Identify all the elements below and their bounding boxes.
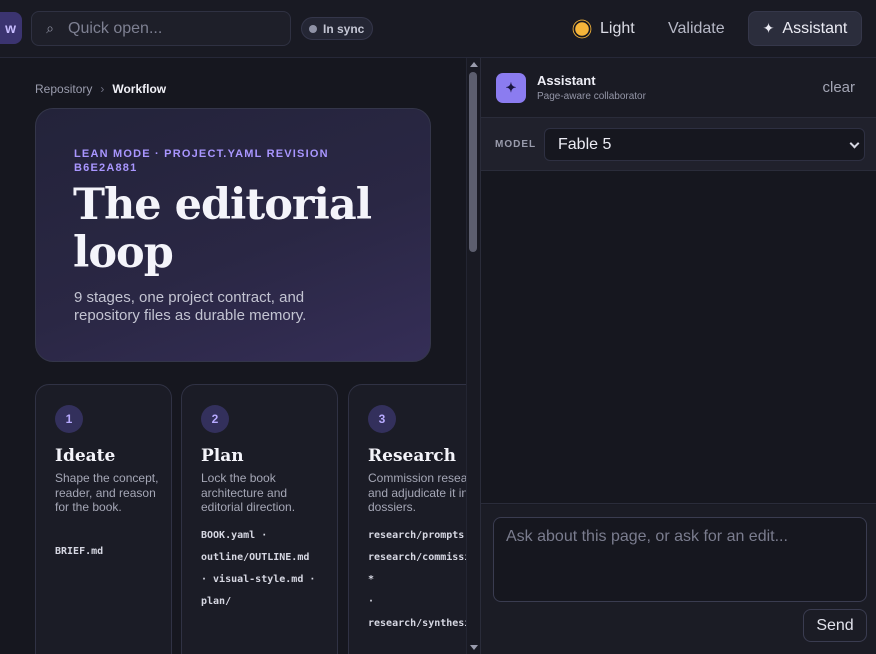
sync-status-badge: In sync [301,17,374,40]
stage-card-plan[interactable]: 2 Plan Lock the book architecture and ed… [181,384,338,654]
stage-name: Ideate [55,446,116,466]
stage-number-badge: 3 [368,405,396,433]
assistant-panel-header: ✦ Assistant Page-aware collaborator clea… [481,58,876,118]
scroll-down-arrow-icon[interactable] [470,645,478,650]
stage-file: research/commissions/ [368,552,466,563]
search-placeholder: Quick open... [68,19,163,37]
page-title: The editorial loop [73,180,372,278]
main-content: Repository › Workflow LEAN MODE · PROJEC… [0,58,466,654]
assistant-panel-title: Assistant [537,73,596,88]
breadcrumb-current: Workflow [112,82,167,96]
hero-eyebrow: LEAN MODE · PROJECT.YAML REVISION B6E2A8… [74,148,329,174]
sun-icon [575,22,589,36]
model-selector-row: MODEL Fable 5 [481,118,876,171]
assistant-button[interactable]: ✦ Assistant [748,11,862,46]
hero-subtitle: 9 stages, one project contract, and repo… [74,289,307,324]
breadcrumb-root-link[interactable]: Repository [35,82,92,96]
top-bar: w ⌕ Quick open... In sync Light Validate… [0,0,876,58]
assistant-panel: ✦ Assistant Page-aware collaborator clea… [480,58,876,654]
stage-file: * [368,574,375,585]
stage-files: BRIEF.md [55,541,171,563]
scrollbar-thumb[interactable] [469,72,477,252]
stage-name: Research [368,446,457,466]
breadcrumb: Repository › Workflow [35,82,166,96]
send-button[interactable]: Send [803,609,867,642]
quick-open-search[interactable]: ⌕ Quick open... [31,11,291,46]
stage-file: · [368,596,375,607]
chat-input[interactable] [493,517,867,602]
main-scrollbar[interactable] [466,58,480,654]
stage-number-badge: 2 [201,405,229,433]
breadcrumb-separator: › [100,82,105,96]
validate-button[interactable]: Validate [660,12,733,46]
assistant-panel-subtitle: Page-aware collaborator [537,91,646,102]
stage-description: Lock the book architecture and editorial… [201,471,296,514]
stage-number-badge: 1 [55,405,83,433]
stage-description: Shape the concept, reader, and reason fo… [55,471,159,514]
stage-file: research/prompts [368,530,465,541]
model-label: MODEL [495,139,537,150]
theme-toggle-label: Light [600,20,635,37]
sync-status-label: In sync [323,21,365,36]
stage-file: plan/ [201,596,232,607]
stage-file: research/synthesis [368,618,466,629]
sparkle-icon: ✦ [496,73,526,103]
theme-toggle-button[interactable]: Light [566,12,643,46]
nav-button[interactable]: w [0,12,22,44]
stage-card-research[interactable]: 3 Research Commission research and adjud… [348,384,466,654]
stage-file: BOOK.yaml · [201,530,268,541]
clear-chat-button[interactable]: clear [822,79,855,96]
search-icon: ⌕ [46,20,54,36]
sparkle-icon: ✦ [762,20,775,36]
stage-file: outline/OUTLINE.md [201,552,310,563]
stage-card-ideate[interactable]: 1 Ideate Shape the concept, reader, and … [35,384,172,654]
stage-files: BOOK.yaml · outline/OUTLINE.md · visual-… [201,525,321,613]
hero-card: LEAN MODE · PROJECT.YAML REVISION B6E2A8… [35,108,431,362]
model-select-value: Fable 5 [558,135,612,153]
chat-composer: Send [481,505,876,654]
stage-description: Commission research and adjudicate it in… [368,471,466,514]
validate-label: Validate [668,20,725,37]
status-dot-icon [309,24,317,33]
scroll-up-arrow-icon[interactable] [470,62,478,67]
model-select[interactable]: Fable 5 [544,128,865,161]
stage-file: BRIEF.md [55,546,104,557]
stage-files: research/prompts research/commissions/ *… [368,525,466,635]
assistant-button-label: Assistant [782,19,848,37]
stage-name: Plan [201,446,244,466]
stage-file: · visual-style.md · [201,574,316,585]
chat-messages-area [481,171,876,504]
chevron-down-icon [849,138,860,149]
